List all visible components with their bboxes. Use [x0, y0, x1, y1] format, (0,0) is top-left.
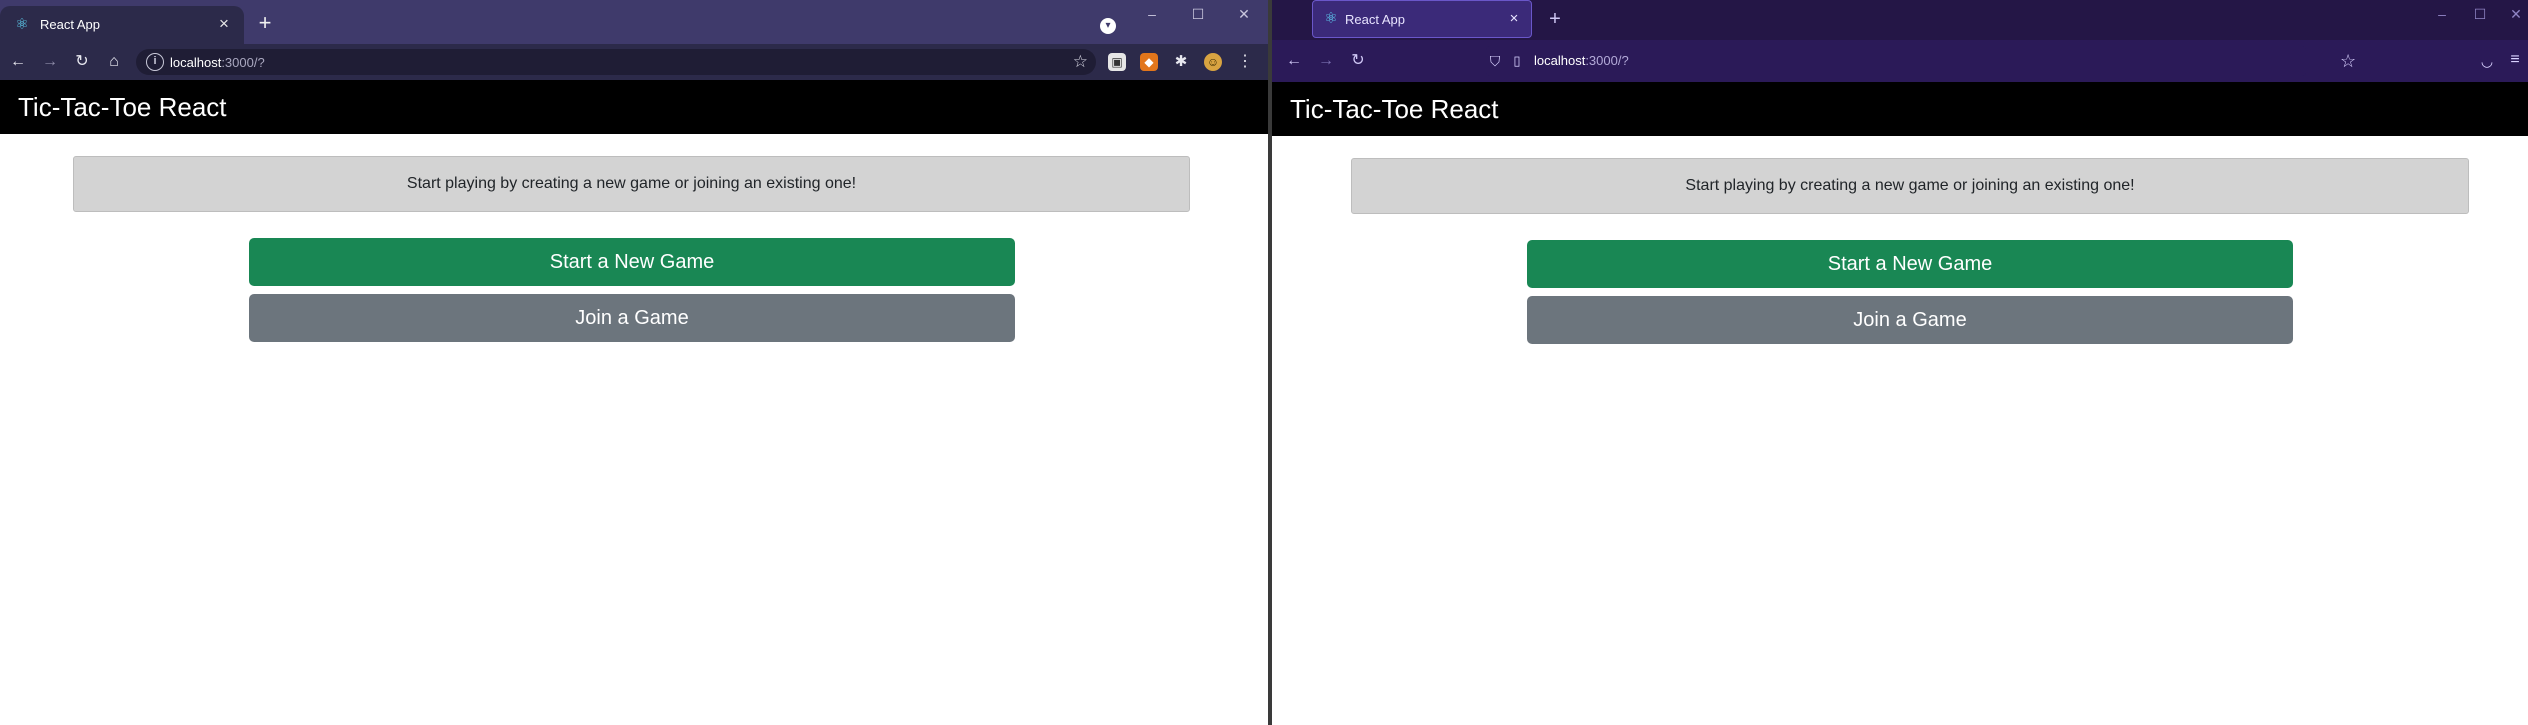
- react-icon: ⚛: [15, 16, 29, 33]
- close-window-icon[interactable]: ✕: [2504, 4, 2528, 24]
- page-icon[interactable]: ▯: [1510, 52, 1524, 70]
- join-game-button[interactable]: Join a Game: [249, 294, 1015, 342]
- app-navbar: Tic-Tac-Toe React: [1272, 82, 2528, 136]
- extension-icon[interactable]: ▣: [1108, 53, 1126, 71]
- app-brand[interactable]: Tic-Tac-Toe React: [18, 92, 227, 123]
- app-brand[interactable]: Tic-Tac-Toe React: [1290, 94, 1499, 125]
- back-icon[interactable]: ←: [1284, 51, 1304, 71]
- close-tab-icon[interactable]: ×: [1505, 10, 1523, 28]
- close-tab-icon[interactable]: ×: [214, 14, 234, 34]
- metamask-icon[interactable]: ◆: [1140, 53, 1158, 71]
- maximize-icon[interactable]: ☐: [2468, 4, 2492, 24]
- tab-strip: ⚛ React App × + – ☐ ✕: [1272, 0, 2528, 40]
- start-new-game-button[interactable]: Start a New Game: [249, 238, 1015, 286]
- tab-strip: ⚛ React App × + ▾ – ☐ ✕: [0, 0, 1268, 44]
- site-info-icon[interactable]: i: [146, 53, 164, 71]
- maximize-icon[interactable]: ☐: [1186, 4, 1210, 24]
- tab-react-app[interactable]: ⚛ React App ×: [1312, 0, 1532, 38]
- close-window-icon[interactable]: ✕: [1232, 4, 1256, 24]
- url-text: localhost:3000/?: [1534, 53, 1629, 68]
- minimize-icon[interactable]: –: [1140, 4, 1164, 24]
- url-text: localhost:3000/?: [170, 55, 265, 70]
- toolbar: ← → ↻ ⛉ ▯ localhost:3000/? ☆ ◡ ≡: [1272, 40, 2528, 82]
- tracking-shield-icon[interactable]: ⛉: [1486, 52, 1504, 70]
- bookmark-star-icon[interactable]: ☆: [2340, 51, 2356, 72]
- forward-icon[interactable]: →: [40, 52, 60, 72]
- new-tab-button[interactable]: +: [254, 12, 276, 34]
- info-message: Start playing by creating a new game or …: [73, 156, 1190, 212]
- back-icon[interactable]: ←: [8, 52, 28, 72]
- join-game-button[interactable]: Join a Game: [1527, 296, 2293, 344]
- toolbar: ← → ↻ ⌂ i localhost:3000/? ☆ ▣ ◆ ✱ ☺ ⋮: [0, 44, 1268, 80]
- chrome-window: ⚛ React App × + ▾ – ☐ ✕ ← → ↻ ⌂ i localh…: [0, 0, 1268, 725]
- desktop: ⚛ React App × + ▾ – ☐ ✕ ← → ↻ ⌂ i localh…: [0, 0, 2528, 725]
- address-bar[interactable]: i localhost:3000/? ☆: [136, 49, 1096, 75]
- app-content: Start playing by creating a new game or …: [0, 134, 1268, 725]
- address-bar[interactable]: ⛉ ▯ localhost:3000/?: [1486, 46, 2306, 76]
- tab-react-app[interactable]: ⚛ React App ×: [0, 6, 244, 44]
- app-content: Start playing by creating a new game or …: [1272, 136, 2528, 725]
- firefox-window: ⚛ React App × + – ☐ ✕ ← → ↻ ⛉ ▯ localhos…: [1272, 0, 2528, 725]
- menu-icon[interactable]: ≡: [2506, 50, 2524, 70]
- reload-icon[interactable]: ↻: [1348, 51, 1368, 71]
- reload-icon[interactable]: ↻: [72, 52, 92, 72]
- bookmark-star-icon[interactable]: ☆: [1073, 52, 1088, 72]
- puzzle-icon[interactable]: ✱: [1172, 53, 1190, 71]
- info-message: Start playing by creating a new game or …: [1351, 158, 2469, 214]
- new-tab-button[interactable]: +: [1544, 8, 1566, 30]
- menu-icon[interactable]: ⋮: [1236, 53, 1254, 71]
- tab-title: React App: [1345, 12, 1405, 27]
- tab-title: React App: [40, 17, 100, 32]
- home-icon[interactable]: ⌂: [104, 52, 124, 72]
- avatar[interactable]: ☺: [1204, 53, 1222, 71]
- tab-search-icon[interactable]: ▾: [1100, 18, 1116, 34]
- app-navbar: Tic-Tac-Toe React: [0, 80, 1268, 134]
- pocket-icon[interactable]: ◡: [2478, 52, 2496, 70]
- react-icon: ⚛: [1324, 10, 1338, 27]
- minimize-icon[interactable]: –: [2430, 4, 2454, 24]
- start-new-game-button[interactable]: Start a New Game: [1527, 240, 2293, 288]
- forward-icon[interactable]: →: [1316, 51, 1336, 71]
